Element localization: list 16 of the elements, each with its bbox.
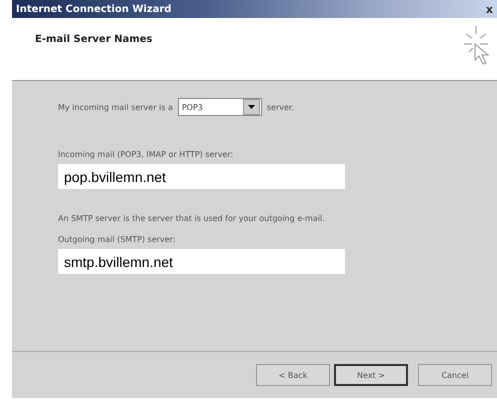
outgoing-server-field[interactable]: smtp.bvillemn.net bbox=[58, 249, 345, 274]
dropdown-arrow-icon bbox=[248, 105, 255, 109]
close-button[interactable]: x bbox=[486, 2, 493, 16]
cursor-sparkle-icon bbox=[461, 24, 491, 66]
incoming-server-field[interactable]: pop.bvillemn.net bbox=[58, 164, 345, 189]
window-title: Internet Connection Wizard bbox=[16, 4, 172, 14]
header-title: E-mail Server Names bbox=[35, 34, 152, 47]
server-suffix-label: server. bbox=[266, 102, 294, 112]
wizard-button[interactable]: Cancel bbox=[418, 364, 492, 386]
wizard-button[interactable]: Next > bbox=[334, 364, 408, 386]
server-type-dropdown[interactable]: POP3 bbox=[178, 98, 262, 116]
server-type-label: My incoming mail server is a bbox=[58, 102, 173, 112]
wizard-button[interactable]: < Back bbox=[256, 364, 330, 386]
smtp-note: An SMTP server is the server that is used for your outgoing e-mail. bbox=[58, 214, 325, 223]
outgoing-server-label: Outgoing mail (SMTP) server: bbox=[58, 235, 176, 244]
incoming-server-label: Incoming mail (POP3, IMAP or HTTP) server: bbox=[58, 150, 234, 159]
